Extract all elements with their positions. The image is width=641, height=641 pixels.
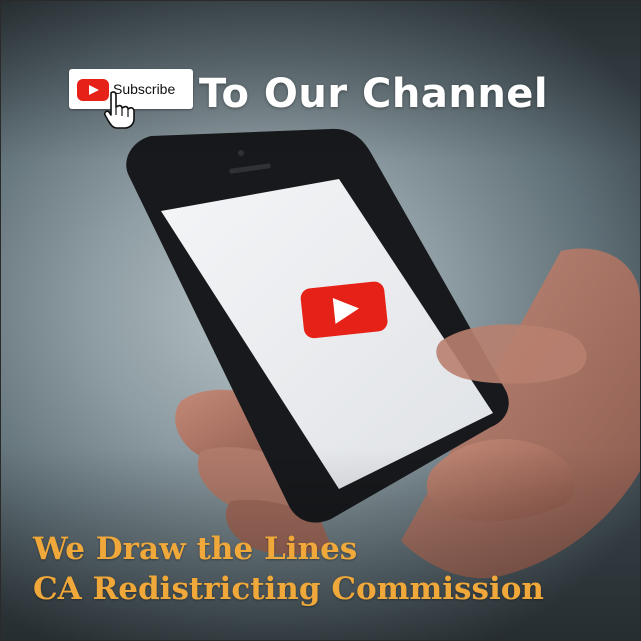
hand-pointer-icon xyxy=(104,91,135,129)
image-frame: Subscribe To Our Channel We Draw the Lin… xyxy=(0,0,641,641)
subscribe-button[interactable]: Subscribe xyxy=(69,69,193,129)
youtube-play-icon xyxy=(300,281,388,339)
caption-line-2: CA Redistricting Commission xyxy=(33,571,544,607)
commission-caption: We Draw the Lines CA Redistricting Commi… xyxy=(33,529,544,609)
channel-headline: To Our Channel xyxy=(199,71,549,117)
caption-line-1: We Draw the Lines xyxy=(33,531,358,567)
